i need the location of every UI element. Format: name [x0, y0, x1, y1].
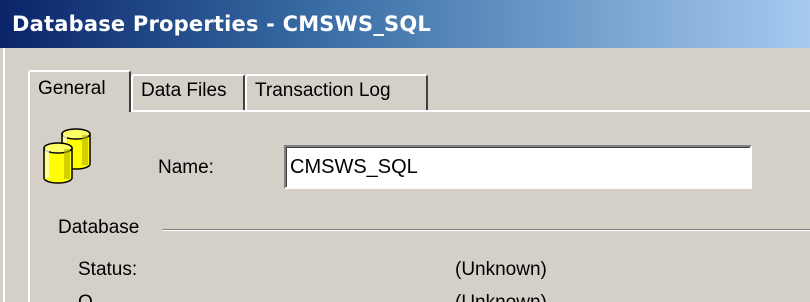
owner-value: (Unknown)	[455, 292, 547, 302]
general-tab-panel	[28, 110, 810, 302]
window-title: Database Properties - CMSWS_SQL	[12, 12, 431, 36]
name-field[interactable]	[284, 145, 752, 189]
tab-general-label: General	[38, 78, 106, 99]
tab-transaction-log-label: Transaction Log	[255, 80, 391, 101]
tab-data-files-label: Data Files	[141, 80, 227, 101]
database-group-divider	[162, 229, 810, 231]
status-value: (Unknown)	[455, 259, 547, 280]
tab-general[interactable]: General	[28, 70, 131, 112]
tab-data-files[interactable]: Data Files	[131, 74, 245, 110]
database-group-title: Database	[58, 217, 148, 239]
owner-label: O...	[78, 292, 109, 302]
tab-transaction-log[interactable]: Transaction Log	[245, 74, 428, 110]
title-bar[interactable]: Database Properties - CMSWS_SQL	[0, 0, 810, 48]
name-label: Name:	[158, 157, 214, 178]
status-label: Status:	[78, 259, 138, 280]
database-icon	[43, 128, 91, 184]
database-properties-dialog: Database Properties - CMSWS_SQL General …	[0, 0, 810, 302]
